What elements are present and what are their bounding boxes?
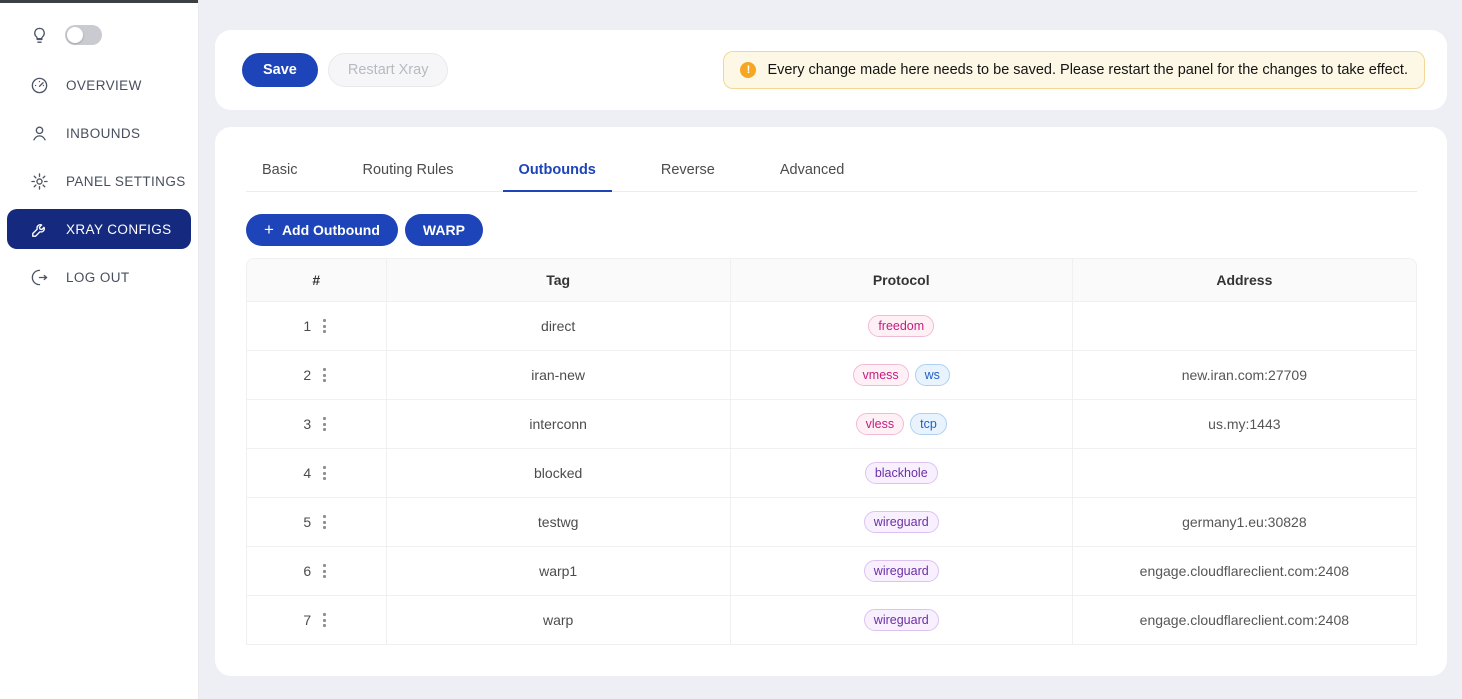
logout-icon xyxy=(30,268,49,287)
save-button[interactable]: Save xyxy=(242,53,318,87)
row-address xyxy=(1073,302,1417,351)
add-outbound-label: Add Outbound xyxy=(282,222,380,238)
row-protocols: freedom xyxy=(731,315,1072,337)
row-address xyxy=(1073,449,1417,498)
toolbar-buttons: Save Restart Xray xyxy=(242,53,448,87)
row-index: 3 xyxy=(303,416,311,432)
row-address: new.iran.com:27709 xyxy=(1073,351,1417,400)
toggle-knob xyxy=(67,27,83,43)
table-row: 3 interconn vless tcp us.my:1443 xyxy=(246,400,1417,449)
config-tabs: Basic Routing Rules Outbounds Reverse Ad… xyxy=(246,151,1417,192)
row-menu-icon[interactable] xyxy=(320,512,329,532)
column-header-protocol: Protocol xyxy=(731,258,1073,302)
row-tag: iran-new xyxy=(387,351,731,400)
sidebar-item-label: PANEL SETTINGS xyxy=(66,174,186,189)
table-row: 1 direct freedom xyxy=(246,302,1417,351)
row-tag: testwg xyxy=(387,498,731,547)
add-outbound-button[interactable]: + Add Outbound xyxy=(246,214,398,246)
table-row: 2 iran-new vmessws new.iran.com:27709 xyxy=(246,351,1417,400)
table-row: 7 warp wireguard engage.cloudflareclient… xyxy=(246,596,1417,645)
outbounds-table: # Tag Protocol Address 1 direct freedom xyxy=(246,258,1417,645)
tab-outbounds[interactable]: Outbounds xyxy=(503,151,612,191)
sidebar-nav: OVERVIEW INBOUNDS PANEL SETTINGS xyxy=(0,65,198,297)
sidebar-item-log-out[interactable]: LOG OUT xyxy=(7,257,191,297)
row-tag: warp xyxy=(387,596,731,645)
column-header-address: Address xyxy=(1073,258,1417,302)
tab-basic[interactable]: Basic xyxy=(246,151,313,191)
protocol-badge: ws xyxy=(915,364,950,386)
row-address: germany1.eu:30828 xyxy=(1073,498,1417,547)
main-content: Save Restart Xray ! Every change made he… xyxy=(199,0,1462,699)
table-row: 4 blocked blackhole xyxy=(246,449,1417,498)
row-menu-icon[interactable] xyxy=(320,463,329,483)
row-menu-icon[interactable] xyxy=(320,610,329,630)
sidebar-item-xray-configs[interactable]: XRAY CONFIGS xyxy=(7,209,191,249)
row-index: 5 xyxy=(303,514,311,530)
table-header-row: # Tag Protocol Address xyxy=(246,258,1417,302)
row-protocols: blackhole xyxy=(731,462,1072,484)
outbound-actions: + Add Outbound WARP xyxy=(246,214,1417,246)
protocol-badge: wireguard xyxy=(864,560,939,582)
row-tag: blocked xyxy=(387,449,731,498)
theme-toggle-row xyxy=(0,3,198,51)
dashboard-icon xyxy=(30,76,49,95)
sidebar-item-label: INBOUNDS xyxy=(66,126,140,141)
row-tag: direct xyxy=(387,302,731,351)
plus-icon: + xyxy=(264,221,274,238)
sidebar-item-inbounds[interactable]: INBOUNDS xyxy=(7,113,191,153)
row-menu-icon[interactable] xyxy=(320,414,329,434)
row-menu-icon[interactable] xyxy=(320,365,329,385)
row-protocols: vless tcp xyxy=(731,413,1072,435)
table-row: 5 testwg wireguard germany1.eu:30828 xyxy=(246,498,1417,547)
row-protocols: wireguard xyxy=(731,560,1072,582)
row-protocols: wireguard xyxy=(731,511,1072,533)
warp-button[interactable]: WARP xyxy=(405,214,483,246)
row-menu-icon[interactable] xyxy=(320,316,329,336)
row-index: 2 xyxy=(303,367,311,383)
outbounds-table-body: 1 direct freedom 2 iran-new vmessws xyxy=(246,302,1417,645)
row-index: 4 xyxy=(303,465,311,481)
row-index: 7 xyxy=(303,612,311,628)
row-protocols: wireguard xyxy=(731,609,1072,631)
protocol-badge: tcp xyxy=(910,413,947,435)
protocol-badge: wireguard xyxy=(864,609,939,631)
exclamation-circle-icon: ! xyxy=(740,62,756,78)
protocol-badge: vless xyxy=(856,413,904,435)
lightbulb-icon xyxy=(30,26,49,45)
toolbar-card: Save Restart Xray ! Every change made he… xyxy=(215,30,1447,110)
tab-routing-rules[interactable]: Routing Rules xyxy=(346,151,469,191)
row-index: 6 xyxy=(303,563,311,579)
row-address: us.my:1443 xyxy=(1073,400,1417,449)
row-protocols: vmessws xyxy=(731,364,1072,386)
restart-xray-button[interactable]: Restart Xray xyxy=(328,53,449,87)
protocol-badge: blackhole xyxy=(865,462,938,484)
row-tag: interconn xyxy=(387,400,731,449)
column-header-index: # xyxy=(246,258,387,302)
sidebar-item-overview[interactable]: OVERVIEW xyxy=(7,65,191,105)
sidebar-item-label: XRAY CONFIGS xyxy=(66,222,172,237)
gear-icon xyxy=(30,172,49,191)
table-row: 6 warp1 wireguard engage.cloudflareclien… xyxy=(246,547,1417,596)
row-address: engage.cloudflareclient.com:2408 xyxy=(1073,596,1417,645)
protocol-badge: vmess xyxy=(853,364,909,386)
sidebar-item-panel-settings[interactable]: PANEL SETTINGS xyxy=(7,161,191,201)
sidebar: OVERVIEW INBOUNDS PANEL SETTINGS xyxy=(0,0,199,699)
protocol-badge: wireguard xyxy=(864,511,939,533)
wrench-icon xyxy=(30,220,49,239)
row-tag: warp1 xyxy=(387,547,731,596)
xray-configs-card: Basic Routing Rules Outbounds Reverse Ad… xyxy=(215,127,1447,676)
tab-advanced[interactable]: Advanced xyxy=(764,151,861,191)
row-menu-icon[interactable] xyxy=(320,561,329,581)
warning-alert: ! Every change made here needs to be sav… xyxy=(723,51,1425,89)
tab-reverse[interactable]: Reverse xyxy=(645,151,731,191)
sidebar-item-label: LOG OUT xyxy=(66,270,130,285)
row-address: engage.cloudflareclient.com:2408 xyxy=(1073,547,1417,596)
sidebar-item-label: OVERVIEW xyxy=(66,78,142,93)
theme-toggle[interactable] xyxy=(65,25,102,45)
row-index: 1 xyxy=(303,318,311,334)
protocol-badge: freedom xyxy=(868,315,934,337)
user-icon xyxy=(30,124,49,143)
warning-alert-text: Every change made here needs to be saved… xyxy=(767,62,1408,78)
column-header-tag: Tag xyxy=(387,258,731,302)
